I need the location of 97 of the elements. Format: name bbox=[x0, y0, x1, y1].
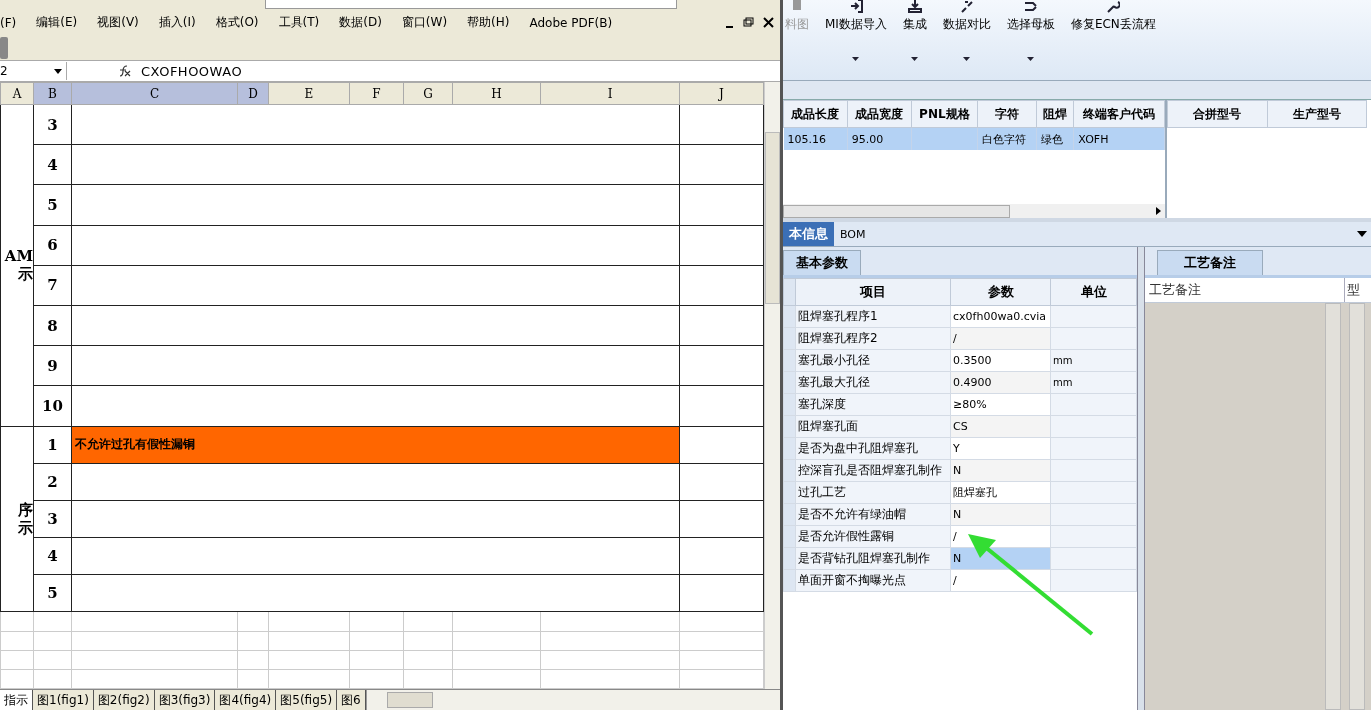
ribbon-button[interactable]: 修复ECN丢流程 bbox=[1070, 0, 1156, 80]
horizontal-scrollbar[interactable] bbox=[365, 690, 780, 710]
column-header[interactable]: F bbox=[349, 82, 404, 105]
ribbon-icon bbox=[1023, 0, 1038, 14]
caret-icon[interactable] bbox=[911, 57, 919, 61]
column-header[interactable]: G bbox=[403, 82, 453, 105]
menu-item[interactable]: 窗口(W) bbox=[401, 14, 448, 31]
table-cell: 7 bbox=[33, 265, 72, 306]
vertical-scrollbar[interactable] bbox=[764, 82, 780, 689]
column-header[interactable]: 生产型号 bbox=[1267, 100, 1367, 128]
ribbon-button[interactable]: MI数据导入 bbox=[825, 0, 887, 80]
caret-icon[interactable] bbox=[1027, 57, 1035, 61]
column-header[interactable]: I bbox=[540, 82, 680, 105]
function-icon[interactable] bbox=[117, 65, 131, 77]
column-header[interactable]: 合拼型号 bbox=[1167, 100, 1267, 128]
table-cell: 3 bbox=[33, 500, 72, 538]
table-cell: 是否为盘中孔阻焊塞孔 bbox=[795, 437, 951, 460]
table-cell: 4 bbox=[33, 537, 72, 575]
group-label: AM 示 bbox=[4, 247, 33, 284]
column-header[interactable]: 成品长度 bbox=[783, 100, 848, 128]
table-cell: 是否允许假性露铜 bbox=[795, 525, 951, 548]
splitter-bar[interactable] bbox=[1137, 247, 1145, 710]
formula-field[interactable]: CXOFHOOWAO bbox=[141, 63, 243, 79]
column-header[interactable]: 字符 bbox=[977, 100, 1037, 128]
right-arrow-icon[interactable] bbox=[1156, 207, 1161, 215]
table-cell: 4 bbox=[33, 144, 72, 185]
table-cell: 10 bbox=[33, 385, 72, 427]
ribbon-icon bbox=[907, 0, 922, 14]
caret-icon[interactable] bbox=[54, 68, 62, 74]
ribbon-icon bbox=[959, 0, 974, 14]
table-cell: 单面开窗不掏曝光点 bbox=[795, 569, 951, 592]
table-cell: 3 bbox=[33, 104, 72, 145]
tab[interactable]: 工艺备注 bbox=[1157, 250, 1263, 275]
tab[interactable]: 基本参数 bbox=[783, 250, 861, 275]
tab[interactable]: 本信息 bbox=[783, 222, 834, 246]
caret-icon[interactable] bbox=[852, 57, 860, 61]
table-cell: 控深盲孔是否阻焊塞孔制作 bbox=[795, 459, 951, 482]
table-cell: 5 bbox=[33, 574, 72, 612]
column-header[interactable]: PNL规格 bbox=[911, 100, 978, 128]
window-controls-icon[interactable] bbox=[724, 16, 774, 29]
table-cell: 2 bbox=[33, 463, 72, 501]
ribbon-icon bbox=[1106, 0, 1121, 14]
column-header[interactable]: 终端客户代码 bbox=[1073, 100, 1165, 128]
column-header[interactable]: 单位 bbox=[1050, 278, 1137, 306]
column-header[interactable]: E bbox=[268, 82, 350, 105]
name-box[interactable]: 2 bbox=[0, 62, 67, 80]
column-header[interactable]: H bbox=[452, 82, 541, 105]
ribbon-button[interactable]: 选择母板 bbox=[1006, 0, 1055, 80]
column-header[interactable]: 工艺备注 bbox=[1145, 278, 1345, 302]
menu-item[interactable]: 编辑(E) bbox=[36, 14, 78, 31]
menu-item[interactable]: 视图(V) bbox=[97, 14, 139, 31]
column-header[interactable]: 成品宽度 bbox=[847, 100, 912, 128]
table-cell: 不允许过孔有假性漏铜 bbox=[71, 426, 680, 464]
menu-item[interactable]: 帮助(H) bbox=[467, 14, 510, 31]
column-header[interactable]: C bbox=[71, 82, 238, 105]
vertical-scrollbar[interactable] bbox=[1349, 303, 1365, 710]
menu-item[interactable]: 数据(D) bbox=[339, 14, 382, 31]
table-cell: 阻焊塞孔程序1 bbox=[795, 305, 951, 328]
table-cell: 1 bbox=[33, 426, 72, 464]
dropdown-icon[interactable] bbox=[1357, 231, 1367, 237]
vertical-scrollbar[interactable] bbox=[1325, 303, 1341, 710]
column-header[interactable]: 阻焊 bbox=[1036, 100, 1074, 128]
table-cell: 塞孔深度 bbox=[795, 393, 951, 416]
column-header[interactable]: 参数 bbox=[950, 278, 1051, 306]
sheet-tab[interactable]: 指示 bbox=[0, 690, 33, 710]
table-cell: 8 bbox=[33, 305, 72, 346]
address-field[interactable] bbox=[265, 0, 677, 9]
menu-item[interactable]: 插入(I) bbox=[158, 14, 196, 31]
menu-item[interactable]: 工具(T) bbox=[278, 14, 320, 31]
table-cell: 阻焊塞孔程序2 bbox=[795, 327, 951, 350]
caret-icon[interactable] bbox=[963, 57, 971, 61]
table-cell: 5 bbox=[33, 185, 72, 226]
menu-item[interactable]: Adobe PDF(B) bbox=[529, 15, 613, 30]
tab[interactable]: BOM bbox=[834, 224, 872, 244]
table-cell: 9 bbox=[33, 345, 72, 386]
table-cell: 塞孔最大孔径 bbox=[795, 371, 951, 394]
table-cell: 阻焊塞孔面 bbox=[795, 415, 951, 438]
table-cell: 6 bbox=[33, 225, 72, 266]
column-header[interactable]: B bbox=[33, 82, 72, 105]
horizontal-scrollbar[interactable] bbox=[783, 204, 1165, 218]
column-header[interactable]: 型 bbox=[1345, 278, 1371, 302]
table-cell: 是否背钻孔阻焊塞孔制作 bbox=[795, 547, 951, 570]
toolbar-grip-icon[interactable] bbox=[0, 37, 8, 59]
ribbon-button[interactable]: 数据对比 bbox=[942, 0, 991, 80]
column-header[interactable]: A bbox=[0, 82, 34, 105]
column-header[interactable]: 项目 bbox=[795, 278, 951, 306]
column-header[interactable]: D bbox=[237, 82, 269, 105]
ribbon-icon bbox=[848, 0, 863, 14]
table-cell: 塞孔最小孔径 bbox=[795, 349, 951, 372]
table-cell: 是否不允许有绿油帽 bbox=[795, 503, 951, 526]
table-cell: 过孔工艺 bbox=[795, 481, 951, 504]
column-header[interactable]: J bbox=[679, 82, 764, 105]
ribbon-button[interactable]: 集成 bbox=[902, 0, 927, 80]
menu-item[interactable]: 格式(O) bbox=[215, 14, 259, 31]
table-row[interactable]: 105.16 95.00 白色字符 绿色 XOFH bbox=[783, 127, 1165, 150]
menu-item[interactable]: (F) bbox=[0, 15, 17, 30]
group-label: 序 示 bbox=[18, 501, 33, 538]
